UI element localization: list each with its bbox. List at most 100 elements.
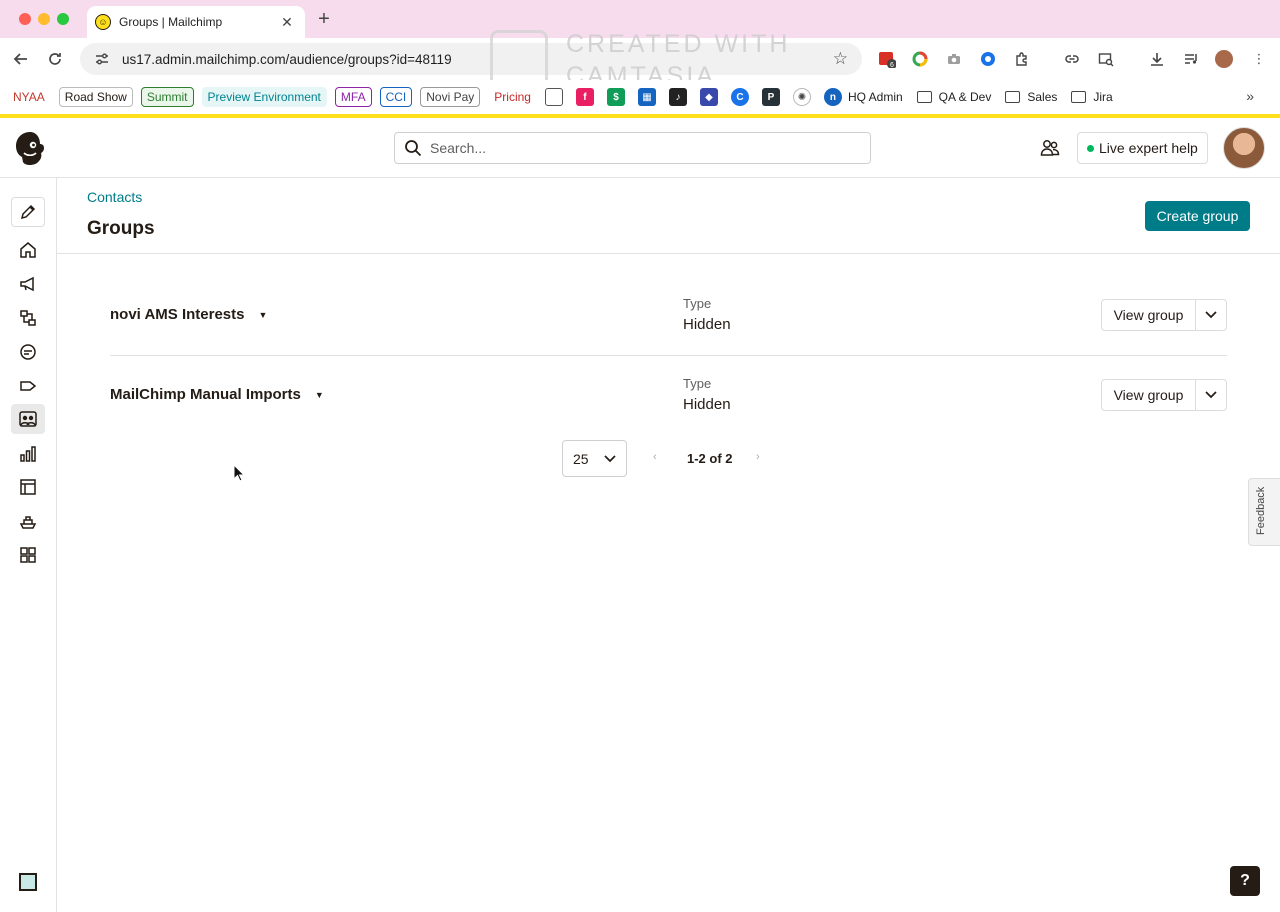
live-expert-help-button[interactable]: Live expert help xyxy=(1077,132,1208,164)
bookmark-road-show[interactable]: Road Show xyxy=(58,87,133,107)
bookmark-pricing[interactable]: Pricing xyxy=(488,87,537,107)
sidebar-content-icon[interactable] xyxy=(11,371,45,401)
extensions-puzzle-icon[interactable] xyxy=(1013,50,1031,68)
view-group-button[interactable]: View group xyxy=(1102,300,1196,330)
bookmark-folder-jira[interactable]: Jira xyxy=(1071,90,1113,104)
bookmark-cci[interactable]: CCI xyxy=(379,87,413,107)
tab-close-icon[interactable]: ✕ xyxy=(279,14,295,31)
view-group-split-button: View group xyxy=(1101,379,1227,411)
view-group-button[interactable]: View group xyxy=(1102,380,1196,410)
new-tab-icon[interactable]: + xyxy=(315,9,333,29)
sidebar-inbox-icon[interactable] xyxy=(11,337,45,367)
sidebar-create-pencil-icon[interactable] xyxy=(11,197,45,227)
mailchimp-favicon-icon: ☺ xyxy=(95,14,111,30)
sidebar-analytics-icon[interactable] xyxy=(11,439,45,469)
media-control-icon[interactable] xyxy=(1182,50,1200,68)
sidebar-automations-icon[interactable] xyxy=(11,303,45,333)
view-group-split-button: View group xyxy=(1101,299,1227,331)
search-tab-icon[interactable] xyxy=(1097,50,1115,68)
profile-avatar-icon[interactable] xyxy=(1215,50,1233,68)
bookmark-star-icon[interactable]: ☆ xyxy=(833,49,848,69)
global-search-input[interactable]: Search... xyxy=(394,132,871,164)
per-page-select[interactable]: 25 xyxy=(562,440,627,477)
blue-circle-extension-icon[interactable] xyxy=(979,50,997,68)
bookmark-folder-qa-dev[interactable]: QA & Dev xyxy=(916,90,991,104)
sidebar-home-icon[interactable] xyxy=(11,235,45,265)
group-type-value: Hidden xyxy=(683,396,731,413)
bookmark-black-app-icon[interactable]: ♪ xyxy=(668,88,687,106)
bookmark-green-app-icon[interactable]: $ xyxy=(606,88,625,106)
bookmark-blue-circle-icon[interactable]: C xyxy=(730,88,749,106)
window-minimize-button[interactable] xyxy=(38,13,50,25)
app-sidebar xyxy=(0,178,57,912)
color-wheel-extension-icon[interactable] xyxy=(911,50,929,68)
per-page-value: 25 xyxy=(573,450,589,467)
browser-menu-icon[interactable]: ⋮ xyxy=(1250,50,1268,68)
bookmark-dark-app-icon[interactable]: P xyxy=(761,88,780,106)
bookmarks-bar: NYAA Road Show Summit Preview Environmen… xyxy=(0,80,1280,114)
window-maximize-button[interactable] xyxy=(57,13,69,25)
bookmark-summit[interactable]: Summit xyxy=(140,87,194,107)
back-arrow-icon[interactable] xyxy=(10,48,32,70)
calendar-extension-icon[interactable]: 6 xyxy=(878,50,896,68)
mailchimp-logo-icon[interactable] xyxy=(12,129,48,167)
folder-icon xyxy=(916,91,932,103)
bookmark-indigo-app-icon[interactable]: ◆ xyxy=(699,88,718,106)
address-bar[interactable]: us17.admin.mailchimp.com/audience/groups… xyxy=(80,43,862,75)
online-status-dot xyxy=(1087,144,1094,152)
svg-text:6: 6 xyxy=(890,62,894,68)
bookmark-novi-pay[interactable]: Novi Pay xyxy=(420,87,481,107)
site-settings-icon[interactable] xyxy=(94,51,110,67)
camera-extension-icon[interactable] xyxy=(945,50,963,68)
help-button[interactable]: ? xyxy=(1230,866,1260,896)
pagination-range: 1-2 of 2 xyxy=(687,451,733,466)
bookmark-hq-admin-label: HQ Admin xyxy=(847,90,903,104)
browser-tab-strip: ☺ Groups | Mailchimp ✕ + xyxy=(0,0,1280,38)
bookmark-blue-app-icon[interactable]: ▦ xyxy=(637,88,656,106)
chevron-down-icon xyxy=(604,454,616,462)
bookmark-hq-admin[interactable]: n HQ Admin xyxy=(823,88,903,106)
hq-admin-icon: n xyxy=(823,88,842,106)
group-type-label: Type xyxy=(683,376,712,391)
group-type-label: Type xyxy=(683,296,712,311)
mouse-cursor-icon xyxy=(233,463,246,482)
sidebar-apps-grid-icon[interactable] xyxy=(11,540,45,570)
bookmark-folder-label: Jira xyxy=(1093,90,1113,104)
sidebar-website-icon[interactable] xyxy=(11,472,45,502)
bookmark-pink-app-icon[interactable]: f xyxy=(575,88,594,106)
group-row: novi AMS Interests ▼ Type Hidden View gr… xyxy=(110,276,1227,356)
feedback-tab[interactable]: Feedback xyxy=(1248,478,1280,546)
bookmark-folder-sales[interactable]: Sales xyxy=(1005,90,1057,104)
breadcrumb-contacts-link[interactable]: Contacts xyxy=(87,189,142,205)
folder-icon xyxy=(1005,91,1021,103)
window-close-button[interactable] xyxy=(19,13,31,25)
previous-page-icon[interactable]: ‹ xyxy=(653,451,657,463)
next-page-icon[interactable]: › xyxy=(756,451,760,463)
sidebar-collapse-toggle-icon[interactable] xyxy=(19,873,37,891)
create-group-button[interactable]: Create group xyxy=(1145,201,1250,231)
bookmark-nyaa[interactable]: NYAA xyxy=(7,87,51,107)
sidebar-audience-icon[interactable] xyxy=(11,404,45,434)
sidebar-integrations-icon[interactable] xyxy=(11,506,45,536)
feedback-label: Feedback xyxy=(1255,486,1267,535)
folder-icon xyxy=(1071,91,1087,103)
browser-tab-active[interactable]: ☺ Groups | Mailchimp ✕ xyxy=(87,6,305,38)
community-people-icon[interactable] xyxy=(1039,137,1061,159)
group-name: novi AMS Interests xyxy=(110,306,245,323)
search-placeholder: Search... xyxy=(430,140,487,156)
chevron-down-icon[interactable] xyxy=(1196,300,1226,330)
group-name-toggle[interactable]: MailChimp Manual Imports ▼ xyxy=(110,386,324,403)
group-name-toggle[interactable]: novi AMS Interests ▼ xyxy=(110,306,267,323)
download-icon[interactable] xyxy=(1148,50,1166,68)
reload-icon[interactable] xyxy=(44,48,66,70)
chevron-down-icon[interactable] xyxy=(1196,380,1226,410)
link-icon[interactable] xyxy=(1063,50,1081,68)
bookmark-mfa[interactable]: MFA xyxy=(334,87,372,107)
bookmark-preview-environment[interactable]: Preview Environment xyxy=(201,87,327,107)
bookmark-folder-label: Sales xyxy=(1027,90,1058,104)
apps-grid-icon[interactable] xyxy=(544,88,563,106)
bookmarks-overflow-icon[interactable]: » xyxy=(1246,88,1254,104)
bookmark-openai-icon[interactable]: ✺ xyxy=(792,88,811,106)
sidebar-campaigns-icon[interactable] xyxy=(11,269,45,299)
user-avatar[interactable] xyxy=(1223,127,1265,169)
